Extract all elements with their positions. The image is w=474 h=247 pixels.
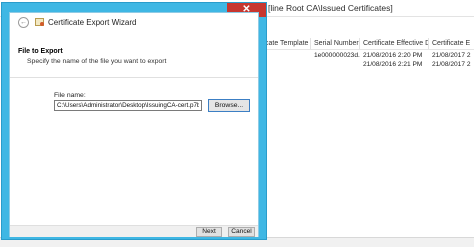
page-subtitle: Specify the name of the file you want to… (27, 58, 167, 65)
wizard-content: ← Certificate Export Wizard File to Expo… (9, 12, 259, 237)
column-expiration-date[interactable]: Certificate E (429, 38, 474, 49)
issued-certificates-list: cate Template Serial Number Certificate … (262, 38, 474, 246)
column-effective-date[interactable]: Certificate Effective Date (360, 38, 429, 49)
list-header: cate Template Serial Number Certificate … (262, 38, 474, 50)
cell-template (262, 60, 311, 69)
cell-expiration-date: 21/08/2017 2 (432, 52, 471, 59)
page-title: File to Export (18, 48, 63, 55)
next-button[interactable]: Next (196, 227, 222, 237)
wizard-topbar: ← Certificate Export Wizard (10, 13, 258, 33)
wizard-footer: Next Cancel (10, 225, 258, 237)
cell-serial (311, 60, 360, 69)
console-title: [line Root CA\Issued Certificates] (268, 3, 393, 13)
browse-button[interactable]: Browse... (208, 99, 250, 112)
certificate-icon (35, 18, 44, 26)
column-certificate-template[interactable]: cate Template (262, 38, 311, 49)
cell-serial: 1e000000023d... (314, 52, 360, 59)
cell-template (262, 51, 311, 60)
back-arrow-icon[interactable]: ← (18, 17, 29, 28)
cell-expiration-date: 21/08/2017 2 (432, 61, 471, 68)
column-serial-number[interactable]: Serial Number (311, 38, 360, 49)
file-name-label: File name: (54, 92, 86, 99)
file-name-input[interactable] (54, 100, 202, 111)
cell-effective-date: 21/08/2016 2:20 PM (363, 52, 423, 59)
certificate-export-wizard-dialog: ✕ ← Certificate Export Wizard File to Ex… (1, 2, 267, 240)
cancel-button[interactable]: Cancel (228, 227, 255, 237)
wizard-title: Certificate Export Wizard (48, 18, 137, 27)
cell-effective-date: 21/08/2016 2:21 PM (363, 61, 423, 68)
wizard-page-header: File to Export Specify the name of the f… (10, 37, 258, 78)
